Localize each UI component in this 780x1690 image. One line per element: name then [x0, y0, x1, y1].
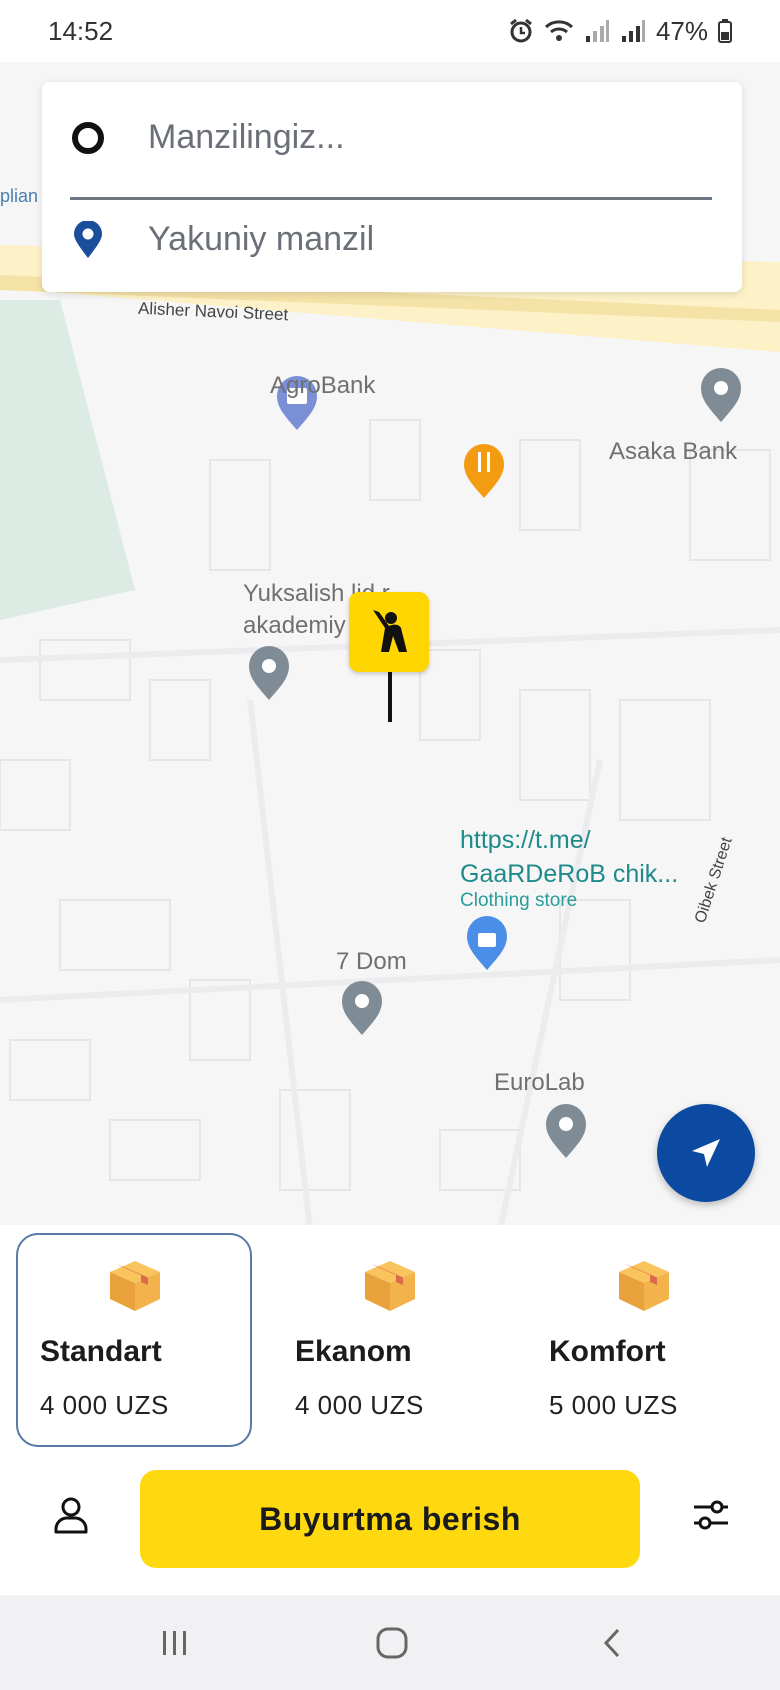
- destination-pin-icon: [68, 220, 108, 260]
- tariff-name: Komfort: [549, 1335, 666, 1368]
- recent-apps-icon: [163, 1631, 186, 1655]
- battery-percent: 47%: [655, 15, 708, 46]
- filter-button[interactable]: [686, 1490, 736, 1540]
- home-icon: [376, 1627, 408, 1659]
- poi-label-tme-1[interactable]: https://t.me/: [460, 826, 591, 855]
- poi-label-tme-2[interactable]: GaaRDeRoB chik...: [460, 860, 678, 889]
- origin-row[interactable]: [42, 90, 742, 185]
- tariff-name: Standart: [40, 1335, 162, 1368]
- map-label-partial: plian: [0, 186, 39, 206]
- person-icon: [54, 1497, 88, 1534]
- origin-circle-icon: [68, 118, 108, 158]
- alarm-icon: [510, 18, 532, 43]
- navigation-arrow-icon: [692, 1139, 720, 1167]
- destination-input[interactable]: [146, 219, 710, 260]
- back-icon: [603, 1628, 620, 1658]
- battery-icon: [718, 19, 732, 43]
- sliders-icon: [694, 1500, 728, 1530]
- tariff-komfort[interactable]: Komfort 5 000 UZS: [525, 1233, 761, 1447]
- wifi-icon: [544, 20, 573, 41]
- tariff-price: 4 000 UZS: [40, 1390, 169, 1420]
- system-nav-bar: [0, 1595, 780, 1690]
- poi-label-asaka-bank[interactable]: Asaka Bank: [609, 438, 737, 466]
- poi-label-eurolab[interactable]: EuroLab: [494, 1069, 585, 1097]
- tariff-ekanom[interactable]: Ekanom 4 000 UZS: [271, 1233, 507, 1447]
- passenger-hail-icon: [349, 592, 429, 672]
- origin-input[interactable]: [146, 117, 710, 158]
- package-box-icon: [110, 1261, 160, 1311]
- tariff-price: 4 000 UZS: [295, 1390, 424, 1420]
- destination-row[interactable]: [42, 192, 742, 287]
- locate-me-button[interactable]: [657, 1104, 755, 1202]
- tariff-price: 5 000 UZS: [549, 1390, 678, 1420]
- order-button[interactable]: Buyurtma berish: [140, 1470, 640, 1568]
- tariff-standart[interactable]: Standart 4 000 UZS: [16, 1233, 252, 1447]
- package-box-icon: [619, 1261, 669, 1311]
- back-button[interactable]: [582, 1621, 642, 1665]
- recent-apps-button[interactable]: [145, 1621, 205, 1665]
- address-card: [42, 82, 742, 292]
- home-button[interactable]: [362, 1621, 422, 1665]
- status-bar: 14:52 47%: [0, 0, 780, 62]
- tariff-name: Ekanom: [295, 1335, 412, 1368]
- bottom-panel: Standart 4 000 UZS Ekanom 4 000 UZS Komf…: [0, 1225, 780, 1595]
- poi-label-agrobank[interactable]: AgroBank: [270, 372, 375, 400]
- poi-label-tme-category: Clothing store: [460, 890, 578, 911]
- profile-button[interactable]: [46, 1490, 96, 1540]
- status-time: 14:52: [48, 15, 114, 46]
- poi-label-7-dom[interactable]: 7 Dom: [336, 948, 407, 976]
- package-box-icon: [365, 1261, 415, 1311]
- signal-icon: [585, 20, 609, 42]
- signal-icon-2: [621, 20, 645, 42]
- marker-stem: [388, 672, 392, 722]
